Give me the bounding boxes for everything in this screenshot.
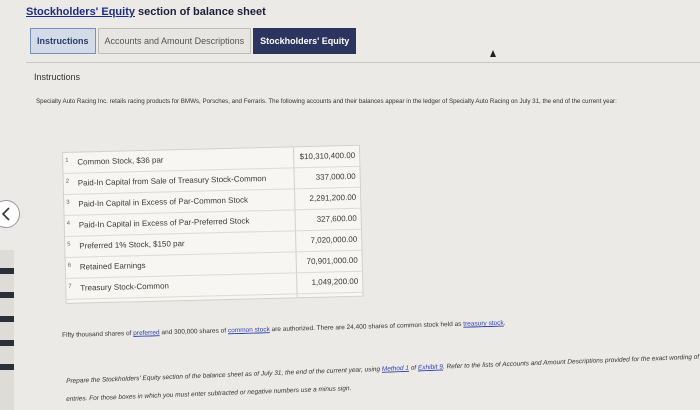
text-fragment: Prepare the Stockholders' Equity section…	[66, 365, 383, 385]
divider	[26, 62, 700, 63]
tab-stockholders-equity[interactable]: Stockholders' Equity	[253, 28, 357, 54]
account-name: Retained Earnings	[79, 260, 146, 272]
row-number: 3	[66, 199, 70, 206]
edge-stripe	[0, 340, 14, 346]
row-number: 4	[66, 220, 71, 227]
mouse-cursor-icon	[490, 50, 496, 57]
authorized-shares-text: Fifty thousand shares of preferred and 3…	[62, 314, 700, 339]
method-1-link[interactable]: Method 1	[382, 365, 409, 373]
account-name: Paid-In Capital in Excess of Par-Preferr…	[78, 216, 250, 230]
account-name: Preferred 1% Stock, $150 par	[79, 239, 185, 251]
account-amount: 2,291,200.00	[309, 192, 357, 203]
row-number: 1	[65, 157, 69, 164]
page: Stockholders' Equity section of balance …	[0, 0, 700, 410]
text-fragment: are authorized. There are 24,400 shares …	[269, 320, 464, 334]
account-amount: 337,000.00	[315, 171, 356, 182]
exhibit-9-link[interactable]: Exhibit 9	[418, 364, 443, 372]
page-title-rest: section of balance sheet	[134, 6, 266, 18]
account-amount: 1,049,200.00	[311, 276, 359, 287]
treasury-stock-link[interactable]: treasury stock	[463, 320, 504, 328]
text-fragment: . Refer to the lists of Accounts and Amo…	[442, 353, 700, 371]
row-number: 2	[65, 178, 70, 185]
page-title-term[interactable]: Stockholders' Equity	[26, 6, 135, 18]
tab-bar: Instructions Accounts and Amount Descrip…	[30, 28, 358, 54]
tab-instructions[interactable]: Instructions	[30, 28, 96, 54]
account-name: Common Stock, $36 par	[77, 155, 164, 167]
row-number: 6	[67, 262, 72, 269]
account-amount: 70,901,000.00	[306, 255, 358, 267]
tab-accounts-and-amount-descriptions[interactable]: Accounts and Amount Descriptions	[97, 28, 252, 54]
account-amount: 7,020,000.00	[310, 234, 358, 245]
text-fragment: of	[408, 364, 419, 372]
account-name: Paid-In Capital in Excess of Par-Common …	[78, 195, 249, 209]
previous-button[interactable]	[0, 200, 20, 228]
page-title: Stockholders' Equity section of balance …	[26, 6, 266, 18]
edge-stripe	[0, 316, 14, 322]
edge-stripe	[0, 292, 14, 298]
accounts-table: 1 Common Stock, $36 par $10,310,400.00 2…	[62, 144, 364, 304]
row-number: 5	[67, 241, 71, 248]
account-name: Treasury Stock-Common	[80, 281, 170, 293]
text-fragment: and 300,000 shares of	[159, 327, 229, 337]
account-name: Paid-In Capital from Sale of Treasury St…	[77, 174, 267, 188]
account-amount: 327,600.00	[316, 213, 357, 224]
preferred-link[interactable]: preferred	[133, 329, 160, 337]
common-stock-link[interactable]: common stock	[228, 326, 270, 334]
account-amount: $10,310,400.00	[299, 150, 356, 162]
text-fragment: .	[503, 319, 506, 327]
chevron-left-icon	[1, 207, 10, 221]
edge-stripe	[0, 364, 14, 370]
text-fragment: Fifty thousand shares of	[62, 330, 134, 339]
left-edge-panel	[0, 250, 14, 410]
instructions-intro: Specialty Auto Racing Inc. retails racin…	[36, 98, 617, 105]
instructions-heading: Instructions	[34, 72, 81, 82]
row-number: 7	[68, 283, 72, 290]
edge-stripe	[0, 268, 14, 274]
